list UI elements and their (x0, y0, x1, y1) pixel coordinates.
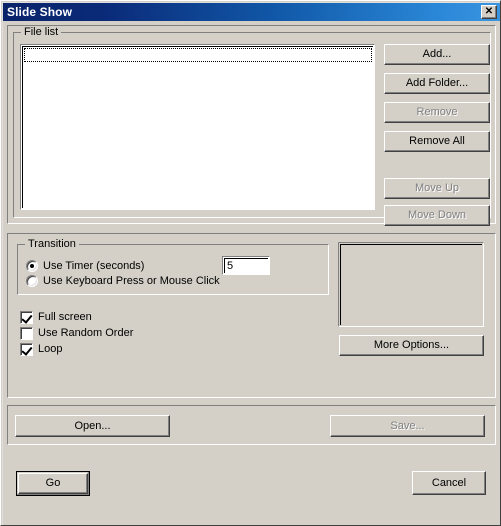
remove-all-button[interactable]: Remove All (384, 131, 490, 152)
open-button[interactable]: Open... (15, 415, 170, 437)
checkbox-loop-mark[interactable] (20, 342, 33, 356)
title-bar-buttons: ✕ (481, 5, 500, 19)
radio-use-keyboard-mouse[interactable]: Use Keyboard Press or Mouse Click (26, 274, 220, 288)
move-up-button[interactable]: Move Up (384, 178, 490, 199)
preview-area-inner (340, 244, 482, 325)
timer-seconds-value[interactable]: 5 (224, 258, 268, 273)
add-button[interactable]: Add... (384, 44, 490, 65)
slide-show-dialog: Slide Show ✕ File list Add... Add Folder… (0, 0, 501, 526)
file-list-panel: File list Add... Add Folder... Remove Re… (7, 25, 496, 226)
save-button[interactable]: Save... (330, 415, 485, 437)
transition-legend: Transition (25, 238, 79, 250)
add-folder-button[interactable]: Add Folder... (384, 73, 490, 94)
checkbox-full-screen[interactable]: Full screen (20, 310, 92, 324)
checkbox-loop[interactable]: Loop (20, 342, 62, 356)
checkbox-use-random-order-label: Use Random Order (38, 327, 134, 339)
radio-use-timer-mark[interactable] (26, 260, 38, 272)
checkbox-full-screen-mark[interactable] (20, 310, 33, 324)
more-options-button[interactable]: More Options... (339, 335, 484, 356)
transition-options-panel: Transition Use Timer (seconds) Use Keybo… (7, 233, 496, 398)
checkbox-use-random-order-mark[interactable] (20, 326, 33, 340)
checkbox-use-random-order[interactable]: Use Random Order (20, 326, 133, 340)
radio-use-timer[interactable]: Use Timer (seconds) (26, 259, 144, 273)
cancel-button[interactable]: Cancel (412, 471, 486, 495)
file-actions-panel: Open... Save... (7, 405, 496, 445)
file-list-listbox[interactable] (20, 44, 375, 210)
radio-use-timer-label: Use Timer (seconds) (43, 260, 145, 272)
title-bar[interactable]: Slide Show ✕ (3, 3, 500, 21)
checkbox-full-screen-label: Full screen (38, 311, 92, 323)
file-list-items[interactable] (22, 46, 373, 208)
preview-area (338, 242, 484, 327)
radio-use-keyboard-mouse-mark[interactable] (26, 275, 38, 287)
go-button[interactable]: Go (16, 471, 90, 496)
file-list-legend: File list (21, 26, 62, 38)
list-item-focus-rect[interactable] (24, 48, 372, 62)
window-title: Slide Show (7, 5, 73, 19)
close-icon[interactable]: ✕ (481, 5, 497, 19)
timer-seconds-input[interactable]: 5 (222, 256, 270, 275)
radio-use-keyboard-mouse-label: Use Keyboard Press or Mouse Click (43, 275, 220, 287)
move-down-button[interactable]: Move Down (384, 205, 490, 226)
remove-button[interactable]: Remove (384, 102, 490, 123)
checkbox-loop-label: Loop (38, 343, 63, 355)
